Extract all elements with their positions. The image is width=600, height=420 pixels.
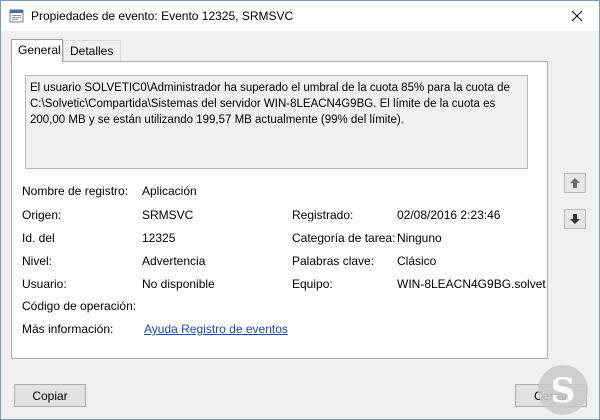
task-category-value[interactable]: Ninguno xyxy=(397,231,442,245)
computer-label: Equipo: xyxy=(292,277,333,291)
level-value[interactable]: Advertencia xyxy=(142,254,205,268)
source-value[interactable]: SRMSVC xyxy=(142,208,193,222)
previous-event-button[interactable] xyxy=(564,173,586,193)
source-label: Origen: xyxy=(22,208,62,222)
general-panel: El usuario SOLVETIC0\Administrador ha su… xyxy=(11,61,548,359)
event-id-label: Id. del xyxy=(22,231,55,245)
log-name-value[interactable]: Aplicación xyxy=(142,184,197,198)
tab-detalles[interactable]: Detalles xyxy=(63,40,121,61)
svg-text:S: S xyxy=(551,371,576,411)
window-title: Propiedades de evento: Evento 12325, SRM… xyxy=(31,9,294,23)
event-id-value[interactable]: 12325 xyxy=(142,231,175,245)
more-info-label: Más información: xyxy=(22,322,114,336)
more-info-link[interactable]: Ayuda Registro de eventos xyxy=(144,322,288,336)
keywords-value[interactable]: Clásico xyxy=(397,254,436,268)
solvetic-logo-icon: S xyxy=(533,357,597,419)
event-viewer-icon xyxy=(9,8,25,24)
arrow-down-icon xyxy=(570,214,580,224)
event-properties-window: Propiedades de evento: Evento 12325, SRM… xyxy=(0,0,600,420)
computer-value[interactable]: WIN-8LEACN4G9BG.solvet xyxy=(397,277,546,291)
logged-label: Registrado: xyxy=(292,208,354,222)
close-icon xyxy=(571,10,583,22)
task-category-label: Categoría de tarea: xyxy=(292,231,396,245)
arrow-up-icon xyxy=(570,178,580,188)
logged-value[interactable]: 02/08/2016 2:23:46 xyxy=(397,208,500,222)
tab-general[interactable]: General xyxy=(11,39,63,62)
user-label: Usuario: xyxy=(22,277,67,291)
close-window-button[interactable] xyxy=(555,1,599,31)
next-event-button[interactable] xyxy=(564,209,586,229)
title-bar[interactable]: Propiedades de evento: Evento 12325, SRM… xyxy=(1,1,599,31)
copy-button[interactable]: Copiar xyxy=(14,384,86,407)
user-value[interactable]: No disponible xyxy=(142,277,215,291)
level-label: Nivel: xyxy=(22,254,53,268)
opcode-label: Código de operación: xyxy=(22,299,137,313)
event-description[interactable]: El usuario SOLVETIC0\Administrador ha su… xyxy=(25,75,528,169)
log-name-label: Nombre de registro: xyxy=(22,184,129,198)
keywords-label: Palabras clave: xyxy=(292,254,375,268)
